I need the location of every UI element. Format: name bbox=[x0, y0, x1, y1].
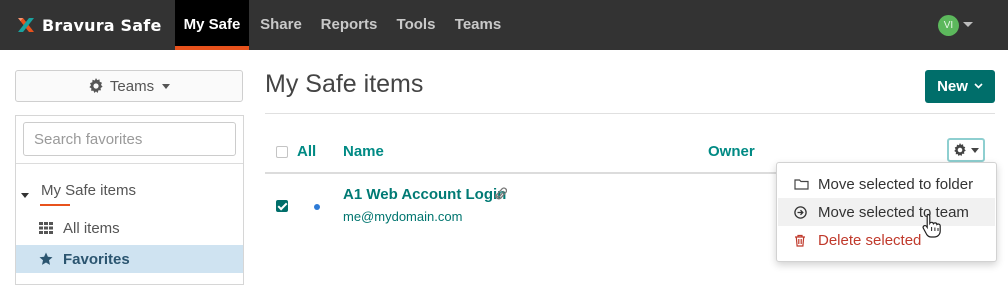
item-type-dot-icon bbox=[314, 204, 320, 210]
page-title: My Safe items bbox=[265, 70, 424, 98]
menu-item-label: Move selected to folder bbox=[818, 175, 974, 193]
nav-my-safe[interactable]: My Safe bbox=[175, 0, 249, 50]
chevron-down-icon bbox=[974, 81, 983, 92]
nav-tools[interactable]: Tools bbox=[392, 0, 440, 50]
chevron-down-icon[interactable] bbox=[963, 22, 973, 27]
menu-item-move-to-team[interactable]: Move selected to team bbox=[778, 198, 995, 226]
sidebar-item-all-items[interactable]: All items bbox=[16, 214, 243, 242]
row-checkbox[interactable] bbox=[276, 200, 288, 212]
teams-filter-label: Teams bbox=[109, 77, 155, 95]
top-navbar: Bravura Safe My Safe Share Reports Tools… bbox=[0, 0, 1008, 50]
select-all-checkbox[interactable] bbox=[276, 146, 288, 158]
menu-item-move-to-folder[interactable]: Move selected to folder bbox=[778, 170, 995, 198]
search-input[interactable] bbox=[23, 122, 236, 156]
sidebar-divider bbox=[16, 163, 243, 164]
folder-icon bbox=[794, 178, 810, 190]
tree-root-my-safe-items[interactable]: My Safe items bbox=[41, 182, 136, 199]
column-header-name[interactable]: Name bbox=[343, 143, 384, 160]
title-divider bbox=[265, 113, 995, 114]
menu-item-delete-selected[interactable]: Delete selected bbox=[778, 226, 995, 254]
sidebar-item-favorites[interactable]: Favorites bbox=[16, 245, 243, 273]
menu-item-label: Move selected to team bbox=[818, 203, 969, 221]
tree-root-underline bbox=[40, 204, 70, 206]
star-icon bbox=[39, 252, 55, 266]
gear-icon bbox=[954, 143, 966, 157]
caret-down-icon[interactable] bbox=[21, 193, 29, 198]
column-header-all[interactable]: All bbox=[297, 143, 316, 160]
item-username: me@mydomain.com bbox=[343, 209, 463, 224]
paperclip-icon bbox=[495, 187, 507, 200]
menu-item-label: Delete selected bbox=[818, 231, 922, 249]
teams-filter-button[interactable]: Teams bbox=[15, 70, 243, 102]
item-name-link[interactable]: A1 Web Account Login bbox=[343, 186, 506, 203]
caret-down-icon bbox=[971, 147, 979, 153]
brand-name: Bravura Safe bbox=[42, 15, 162, 35]
nav-share[interactable]: Share bbox=[253, 0, 309, 50]
brand[interactable]: Bravura Safe bbox=[16, 0, 162, 50]
new-item-button[interactable]: New bbox=[925, 70, 995, 103]
gear-icon bbox=[89, 78, 103, 93]
arrow-circle-right-icon bbox=[794, 205, 810, 219]
new-button-label: New bbox=[937, 78, 968, 95]
nav-teams[interactable]: Teams bbox=[450, 0, 506, 50]
bulk-actions-menu: Move selected to folder Move selected to… bbox=[776, 162, 997, 262]
sidebar-item-label: Favorites bbox=[63, 250, 130, 268]
bravura-logo-icon bbox=[18, 18, 34, 32]
user-avatar[interactable]: VI bbox=[938, 15, 959, 36]
hand-pointer-cursor-icon bbox=[922, 213, 941, 238]
column-header-owner[interactable]: Owner bbox=[708, 143, 755, 160]
sidebar-item-label: All items bbox=[63, 219, 120, 237]
caret-down-icon bbox=[162, 83, 171, 89]
grid-icon bbox=[39, 222, 55, 234]
bulk-actions-button[interactable] bbox=[947, 138, 985, 162]
nav-reports[interactable]: Reports bbox=[316, 0, 382, 50]
trash-icon bbox=[794, 234, 810, 247]
